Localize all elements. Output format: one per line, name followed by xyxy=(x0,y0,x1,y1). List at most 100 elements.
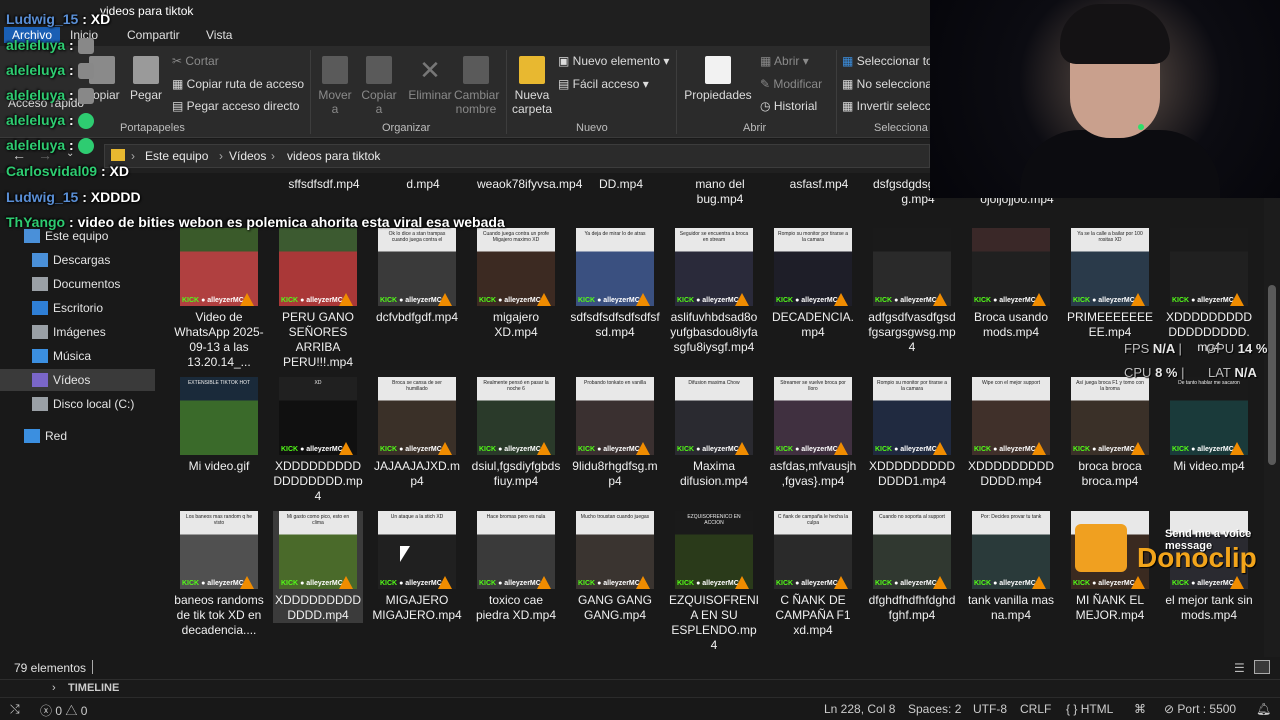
nav-item-label: Disco local (C:) xyxy=(53,397,135,411)
file-item[interactable]: Ya deja de mirar lo de atras KICK ● alley… xyxy=(570,228,660,340)
file-item[interactable]: Ya se la calle a bailar por 100 rositas … xyxy=(1065,228,1155,340)
file-item[interactable]: C ñank de campaña le hecha la culpa KICK … xyxy=(768,511,858,638)
easy-access-button[interactable]: ▤ Fácil acceso ▾ xyxy=(558,77,649,91)
file-item[interactable]: Cuando no soporta al support KICK ● alley… xyxy=(867,511,957,623)
cursor-position[interactable]: Ln 228, Col 8 xyxy=(824,702,895,716)
file-item[interactable]: Por: Decides provar tu tank KICK ● alleyz… xyxy=(966,511,1056,623)
nav-item-document[interactable]: Documentos xyxy=(0,273,155,295)
select-none-button[interactable]: ▦ No seleccionar xyxy=(842,77,936,91)
file-name: migajero XD.mp4 xyxy=(492,310,540,339)
status-divider xyxy=(92,660,93,674)
thumbnail-caption: Probando tonkato en vanilla xyxy=(584,380,646,386)
vlc-cone-icon xyxy=(834,576,848,589)
clapperboard-icon xyxy=(1075,524,1127,572)
vscode-status-bar: ⤭ ⓧ 0 △ 0 Ln 228, Col 8 Spaces: 2 UTF-8 … xyxy=(0,697,1280,720)
file-name-partial[interactable]: DD.mp4 xyxy=(576,177,666,192)
status-bar: 79 elementos ☰ xyxy=(0,657,1280,679)
video-thumbnail: Hace bromas pero es nula KICK ● alleyzerM… xyxy=(477,511,555,589)
video-thumbnail: Broca se cansa de ser humillado KICK ● al… xyxy=(378,377,456,455)
properties-button[interactable]: Propiedades xyxy=(684,56,752,102)
live-server-port[interactable]: ⊘ Port : 5500 xyxy=(1164,702,1236,716)
file-name: XDDDDDDDDDDDDD.mp4 xyxy=(275,593,361,622)
nav-item-desktop[interactable]: Escritorio xyxy=(0,297,155,319)
file-item[interactable]: De tanto hablar me sacaron KICK ● alleyze… xyxy=(1164,377,1254,474)
file-item[interactable]: XD KICK ● alleyzerMC XDDDDDDDDDDDDDDDDD.mp… xyxy=(273,377,363,504)
file-item[interactable]: KICK ● alleyzerMC PERU GANO SEÑORES ARRIB… xyxy=(273,228,363,370)
file-item[interactable]: EZQUISOFRENICO EN ACCION KICK ● alleyzerM… xyxy=(669,511,759,653)
file-item[interactable]: Seguidor se encuentra a broca en stream K… xyxy=(669,228,759,355)
chat-username: aleleluya xyxy=(6,137,66,153)
file-item[interactable]: Rompio su monitor por tirarse a la camar… xyxy=(867,377,957,489)
kick-watermark: KICK ● alleyzerMC xyxy=(281,297,343,304)
language-mode[interactable]: { } HTML xyxy=(1066,702,1113,716)
file-item[interactable]: Mucho troustan cuando juegas KICK ● alley… xyxy=(570,511,660,623)
file-item[interactable]: KICK ● alleyzerMC Video de WhatsApp 2025-… xyxy=(174,228,264,370)
nav-item-network[interactable]: Red xyxy=(0,425,155,447)
file-item[interactable]: KICK ● alleyzerMC XDDDDDDDDDDDDDDDDDD.mp4 xyxy=(1164,228,1254,355)
file-item[interactable]: Mi gasto como pico, esto en clima KICK ● … xyxy=(273,511,363,623)
open-button[interactable]: ▦ Abrir ▾ xyxy=(760,54,809,68)
file-item[interactable]: Los baneos mas random q he visto KICK ● a… xyxy=(174,511,264,638)
thumbnail-caption: Hace bromas pero es nula xyxy=(486,514,546,520)
line-ending[interactable]: CRLF xyxy=(1020,702,1051,716)
large-icons-view-icon[interactable] xyxy=(1254,660,1270,674)
donoclip-brand: Donoclip xyxy=(1137,542,1257,573)
thumbnail-caption: Rompio su monitor por tirarse a la camar… xyxy=(876,380,948,392)
indentation[interactable]: Spaces: 2 xyxy=(908,702,961,716)
group-abrir: Abrir xyxy=(743,122,767,134)
history-button[interactable]: ◷ Historial xyxy=(760,99,817,113)
perf-fps: FPS N/A | xyxy=(1124,341,1182,356)
nav-item-video[interactable]: Vídeos xyxy=(0,369,155,391)
vertical-scrollbar[interactable] xyxy=(1264,173,1280,657)
kick-watermark: KICK ● alleyzerMC xyxy=(578,580,640,587)
file-name: DECADENCIA.mp4 xyxy=(771,310,854,339)
kick-watermark: KICK ● alleyzerMC xyxy=(776,297,838,304)
remote-icon[interactable]: ⤭ xyxy=(10,702,20,717)
file-item[interactable]: Difusion maxima Chow KICK ● alleyzerMC Max… xyxy=(669,377,759,489)
file-item[interactable]: Streamer se vuelve broca por lloro KICK ●… xyxy=(768,377,858,489)
kick-watermark: KICK ● alleyzerMC xyxy=(776,446,838,453)
nav-item-image[interactable]: Imágenes xyxy=(0,321,155,343)
new-item-button[interactable]: ▣ Nuevo elemento ▾ xyxy=(558,54,669,68)
file-item[interactable]: Así juega broca F1 y tomo con la broma KI… xyxy=(1065,377,1155,489)
vlc-cone-icon xyxy=(933,442,947,455)
vlc-cone-icon xyxy=(339,293,353,306)
kick-watermark: KICK ● alleyzerMC xyxy=(875,580,937,587)
nav-item-music[interactable]: Música xyxy=(0,345,155,367)
file-item[interactable]: Un ataque a la stich XD KICK ● alleyzerMC… xyxy=(372,511,462,623)
invert-selection-button[interactable]: ▦ Invertir selecc xyxy=(842,99,931,113)
chat-username: aleleluya xyxy=(6,62,66,78)
file-item[interactable]: Probando tonkato en vanilla KICK ● alleyz… xyxy=(570,377,660,489)
nav-item-drive[interactable]: Disco local (C:) xyxy=(0,393,155,415)
file-item[interactable]: Ok lo dice a stan trampas cuando juega c… xyxy=(372,228,462,325)
chat-text: : video de bities webon es polemica ahor… xyxy=(69,214,505,230)
file-item[interactable]: Realmente pensó en pasar la noche 6 KICK … xyxy=(471,377,561,489)
file-item[interactable]: EXTENSIBLE TIKTOK HOT Mi video.gif xyxy=(174,377,264,474)
drive-icon xyxy=(32,397,48,411)
file-item[interactable]: Wipe con el mejor support KICK ● alleyzer… xyxy=(966,377,1056,489)
file-item[interactable]: KICK ● alleyzerMC adfgsdfvasdfgsdfgsargsg… xyxy=(867,228,957,355)
file-name-partial[interactable]: mano del bug.mp4 xyxy=(675,177,765,207)
timeline-panel[interactable]: › TIMELINE xyxy=(0,679,1280,697)
file-item[interactable]: KICK ● alleyzerMC Broca usando mods.mp4 xyxy=(966,228,1056,340)
scrollbar-thumb[interactable] xyxy=(1268,285,1276,465)
file-item[interactable]: Rompio su monitor por tirarse a la camar… xyxy=(768,228,858,340)
kick-watermark: KICK ● alleyzerMC xyxy=(281,580,343,587)
download-icon xyxy=(32,253,48,267)
copilot-icon[interactable]: ⌘ xyxy=(1134,702,1146,716)
details-view-icon[interactable]: ☰ xyxy=(1234,661,1245,675)
file-item[interactable]: Broca se cansa de ser humillado KICK ● al… xyxy=(372,377,462,489)
perf-cpu: CPU 8 % | xyxy=(1124,365,1185,380)
kick-watermark: KICK ● alleyzerMC xyxy=(578,446,640,453)
file-item[interactable]: Hace bromas pero es nula KICK ● alleyzerM… xyxy=(471,511,561,623)
notifications-bell-icon[interactable]: 🔔︎ xyxy=(1256,702,1271,716)
nav-item-download[interactable]: Descargas xyxy=(0,249,155,271)
encoding[interactable]: UTF-8 xyxy=(973,702,1007,716)
file-item[interactable]: Cuando juega contra un profe Migajero ma… xyxy=(471,228,561,340)
problems-indicator[interactable]: ⓧ 0 △ 0 xyxy=(40,702,87,719)
file-name-partial[interactable]: asfasf.mp4 xyxy=(774,177,864,192)
kick-watermark: KICK ● alleyzerMC xyxy=(677,446,739,453)
vlc-cone-icon xyxy=(537,576,551,589)
edit-button[interactable]: ✎ Modificar xyxy=(760,77,822,91)
thumbnail-caption: Difusion maxima Chow xyxy=(688,380,740,386)
